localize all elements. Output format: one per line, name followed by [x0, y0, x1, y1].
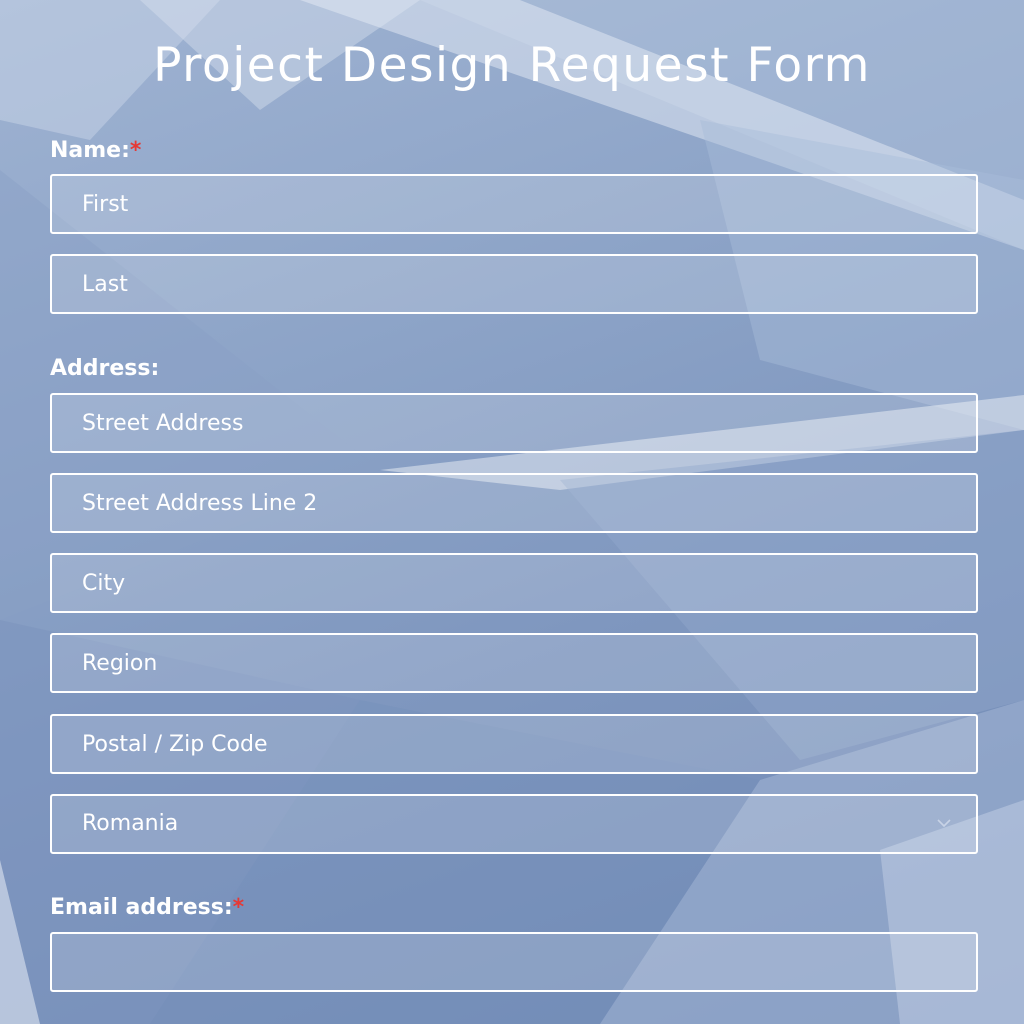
city-input[interactable] [50, 553, 978, 613]
name-label: Name:* [50, 138, 141, 163]
country-select[interactable]: Romania [50, 794, 978, 854]
region-input[interactable] [50, 633, 978, 693]
name-label-text: Name: [50, 138, 130, 163]
required-marker: * [129, 138, 142, 163]
address-label: Address: [50, 356, 160, 381]
email-input[interactable] [50, 932, 978, 992]
postal-code-input[interactable] [50, 714, 978, 774]
chevron-down-icon[interactable] [936, 815, 952, 831]
street-address-input[interactable] [50, 393, 978, 453]
email-label-text: Email address: [50, 895, 233, 920]
required-marker: * [232, 895, 245, 920]
request-form: Project Design Request Form Name:* Addre… [0, 0, 1024, 1024]
country-selected-value: Romania [82, 811, 179, 836]
street-address-line2-input[interactable] [50, 473, 978, 533]
last-name-input[interactable] [50, 254, 978, 314]
email-label: Email address:* [50, 895, 244, 920]
first-name-input[interactable] [50, 174, 978, 234]
form-title: Project Design Request Form [153, 38, 871, 93]
